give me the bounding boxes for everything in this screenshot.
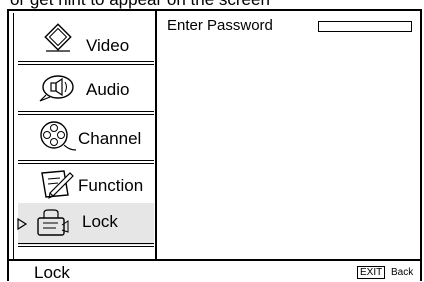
password-label: Enter Password	[167, 17, 273, 34]
clipped-top-text: or get hint to appear on the screen	[0, 0, 424, 9]
menu-window: Video Audio Channel Function Lock Enter …	[7, 9, 422, 261]
menu-item-function[interactable]: Function	[18, 163, 154, 211]
menu-label-lock: Lock	[82, 212, 118, 231]
selection-pointer-icon	[17, 217, 28, 231]
menu-item-channel[interactable]: Channel	[18, 116, 154, 164]
menu-separator	[18, 243, 154, 247]
exit-key-badge[interactable]: EXIT	[357, 266, 386, 279]
menu-label-channel: Channel	[78, 129, 142, 148]
footer-bar: Lock EXIT Back	[7, 261, 422, 282]
footer-left-border	[7, 261, 9, 281]
exit-back-label: Back	[391, 267, 414, 278]
menu-label-video: Video	[86, 36, 130, 55]
lock-hand-icon	[37, 209, 69, 236]
password-field[interactable]	[318, 21, 412, 32]
video-diamond-icon	[44, 23, 72, 52]
menu-item-lock[interactable]: Lock	[17, 203, 154, 247]
menu-item-video[interactable]: Video	[18, 17, 154, 65]
channel-reel-icon	[40, 121, 76, 151]
audio-speaker-icon	[39, 75, 74, 102]
menu-separator	[18, 111, 154, 115]
function-pen-icon	[41, 170, 74, 199]
menu-separator	[18, 61, 154, 65]
menu-label-audio: Audio	[86, 80, 130, 99]
footer-right-border	[420, 261, 422, 281]
menu-label-function: Function	[78, 176, 144, 195]
footer-title: Lock	[34, 263, 70, 282]
content-panel: Enter Password	[159, 11, 420, 259]
sidebar: Video Audio Channel Function Lock	[9, 11, 157, 259]
sidebar-inner: Video Audio Channel Function Lock	[13, 13, 154, 259]
menu-item-audio[interactable]: Audio	[18, 67, 154, 115]
